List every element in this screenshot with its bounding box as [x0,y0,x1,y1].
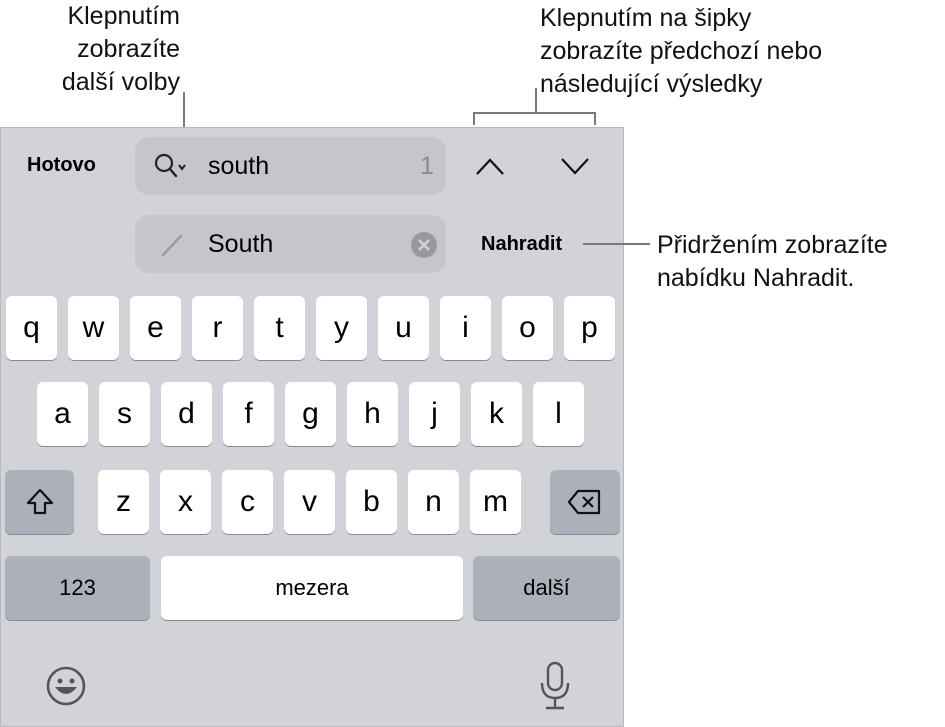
microphone-icon[interactable] [538,661,572,711]
annotation-replace: Přidržením zobrazíte nabídku Nahradit. [657,231,888,292]
key-s[interactable]: s [99,382,150,446]
callout-bracket-left [473,112,475,125]
key-a[interactable]: a [37,382,88,446]
key-x[interactable]: x [160,470,211,534]
replace-field[interactable]: South [135,215,446,273]
key-m[interactable]: m [470,470,521,534]
key-j[interactable]: j [409,382,460,446]
key-v[interactable]: v [284,470,335,534]
key-w[interactable]: w [68,296,119,360]
key-c[interactable]: c [222,470,273,534]
key-u[interactable]: u [378,296,429,360]
numbers-key[interactable]: 123 [5,556,150,620]
shift-icon [26,488,53,515]
key-i[interactable]: i [440,296,491,360]
key-r[interactable]: r [192,296,243,360]
key-q[interactable]: q [6,296,57,360]
pencil-icon [161,234,183,257]
key-y[interactable]: y [316,296,367,360]
search-options-icon[interactable] [153,152,189,180]
delete-key[interactable] [550,470,620,534]
callout-line [535,88,537,113]
key-e[interactable]: e [130,296,181,360]
key-p[interactable]: p [564,296,615,360]
key-k[interactable]: k [471,382,522,446]
emoji-icon[interactable] [45,665,87,707]
key-g[interactable]: g [285,382,336,446]
key-l[interactable]: l [533,382,584,446]
search-field[interactable]: south 1 [135,137,446,195]
replace-input[interactable]: South [208,230,273,259]
key-b[interactable]: b [346,470,397,534]
key-t[interactable]: t [254,296,305,360]
key-f[interactable]: f [223,382,274,446]
space-key[interactable]: mezera [161,556,463,620]
replace-button[interactable]: Nahradit [481,233,562,256]
callout-bracket-right [594,112,596,125]
callout-bracket [473,112,596,114]
key-h[interactable]: h [347,382,398,446]
key-n[interactable]: n [408,470,459,534]
next-key[interactable]: další [473,556,620,620]
shift-key[interactable] [5,470,74,534]
match-count: 1 [420,152,434,180]
annotation-arrows: Klepnutím na šipky zobrazíte předchozí n… [540,4,823,98]
callout-line [583,243,650,245]
done-button[interactable]: Hotovo [27,154,96,177]
key-o[interactable]: o [502,296,553,360]
annotation-options: Klepnutím zobrazíte další volby [61,2,180,96]
previous-result-button[interactable] [474,154,506,178]
clear-icon[interactable] [410,231,438,259]
key-d[interactable]: d [161,382,212,446]
next-result-button[interactable] [559,154,591,178]
delete-icon [567,489,601,515]
search-input[interactable]: south [208,152,269,181]
key-z[interactable]: z [98,470,149,534]
